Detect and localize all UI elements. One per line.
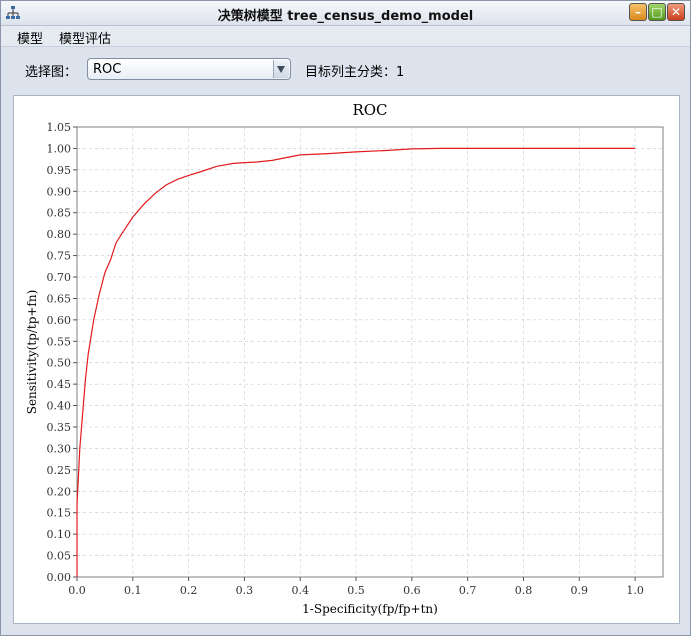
chart-title: ROC	[352, 101, 387, 119]
x-tick-label: 0.9	[571, 584, 589, 597]
y-tick-label: 0.60	[47, 314, 72, 327]
y-tick-label: 0.65	[47, 292, 72, 305]
y-tick-label: 0.05	[47, 550, 72, 563]
x-tick-label: 0.4	[291, 584, 309, 597]
target-class-label: 目标列主分类：1	[305, 65, 405, 80]
y-tick-label: 1.05	[47, 121, 72, 134]
chart-select-dropdown[interactable]: ROC	[87, 58, 291, 80]
y-tick-label: 0.75	[47, 250, 72, 263]
x-tick-label: 0.6	[403, 584, 421, 597]
chart-select-label: 选择图：	[25, 65, 78, 80]
y-tick-label: 0.00	[47, 571, 72, 584]
x-tick-label: 0.1	[124, 584, 142, 597]
y-tick-label: 0.85	[47, 207, 72, 220]
y-tick-label: 1.00	[47, 142, 72, 155]
x-axis-label: 1-Specificity(fp/fp+tn)	[302, 602, 438, 616]
chart-panel: 0.0 0.1 0.2 0.3 0.4 0.5 0.6 0.7 0.8 0.9 1.0 0.00 0.0…	[13, 95, 680, 624]
x-tick-label: 0.5	[347, 584, 365, 597]
menu-model[interactable]: 模型	[17, 28, 43, 47]
y-tick-label: 0.10	[47, 528, 72, 541]
y-tick-label: 0.20	[47, 485, 72, 498]
y-tick-label: 0.50	[47, 357, 72, 370]
y-tick-label: 0.90	[47, 185, 72, 198]
y-tick-label: 0.95	[47, 164, 72, 177]
chart-select-value: ROC	[93, 62, 122, 77]
x-tick-label: 0.2	[180, 584, 198, 597]
menu-model-evaluation[interactable]: 模型评估	[59, 28, 111, 47]
close-icon: ✕	[670, 5, 682, 19]
minimize-icon: –	[635, 5, 641, 19]
y-tick-label: 0.35	[47, 421, 72, 434]
menu-bar: 模型 模型评估	[1, 26, 690, 47]
x-tick-label: 0.0	[68, 584, 86, 597]
y-tick-label: 0.45	[47, 378, 72, 391]
y-tick-label: 0.55	[47, 335, 72, 348]
x-tick-label: 0.7	[459, 584, 477, 597]
chevron-down-icon[interactable]	[273, 60, 289, 78]
y-tick-label: 0.70	[47, 271, 72, 284]
y-tick-label: 0.25	[47, 464, 72, 477]
x-tick-label: 0.3	[236, 584, 254, 597]
y-tick-label: 0.30	[47, 442, 72, 455]
y-tick-label: 0.80	[47, 228, 72, 241]
maximize-icon: □	[651, 5, 663, 19]
toolbar: 选择图： ROC 目标列主分类：1	[1, 47, 690, 91]
maximize-button[interactable]: □	[648, 3, 666, 21]
window-title: 决策树模型 tree_census_demo_model	[217, 9, 474, 24]
close-button[interactable]: ✕	[667, 3, 685, 21]
y-axis-label: Sensitivity(tp/tp+fn)	[25, 290, 39, 415]
y-tick-label: 0.40	[47, 400, 72, 413]
title-bar[interactable]: 决策树模型 tree_census_demo_model – □ ✕	[1, 1, 690, 26]
minimize-button[interactable]: –	[629, 3, 647, 21]
x-tick-label: 1.0	[626, 584, 644, 597]
app-window: 决策树模型 tree_census_demo_model – □ ✕ 模型 模型…	[0, 0, 691, 636]
plot-area	[77, 127, 663, 577]
roc-chart: 0.0 0.1 0.2 0.3 0.4 0.5 0.6 0.7 0.8 0.9 1.0 0.00 0.0…	[25, 101, 664, 616]
y-tick-label: 0.15	[47, 507, 72, 520]
x-tick-label: 0.8	[515, 584, 533, 597]
